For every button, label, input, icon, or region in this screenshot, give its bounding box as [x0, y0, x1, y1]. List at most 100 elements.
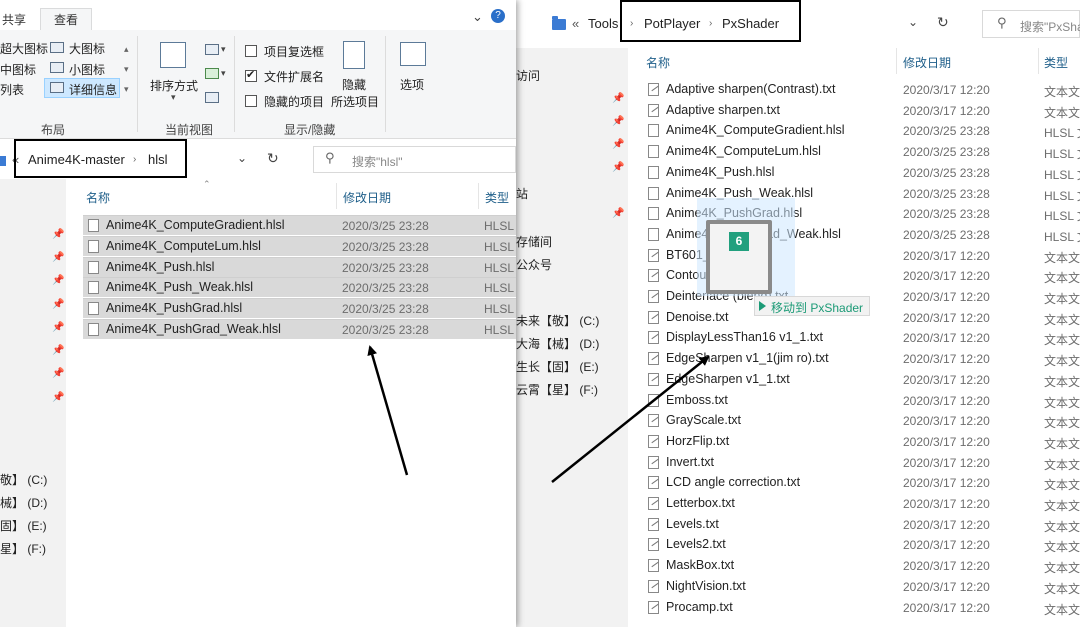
pin-icon[interactable]: 📌	[612, 162, 624, 173]
layout-extra-large[interactable]: 超大图标	[0, 40, 48, 57]
hide-selected-button-line2[interactable]: 所选项目	[331, 93, 379, 110]
table-row[interactable]: NightVision.txt 2020/3/17 12:20 文本文	[628, 577, 1080, 597]
table-row[interactable]: Emboss.txt 2020/3/17 12:20 文本文	[628, 391, 1080, 411]
table-row[interactable]: Levels.txt 2020/3/17 12:20 文本文	[628, 515, 1080, 535]
column-header-type[interactable]: 类型	[485, 189, 509, 206]
table-row[interactable]: Procamp.txt 2020/3/17 12:20 文本文	[628, 598, 1080, 618]
pin-icon[interactable]: 📌	[612, 93, 624, 104]
pin-icon[interactable]: 📌	[612, 208, 624, 219]
table-row[interactable]: DisplayLessThan16 v1_1.txt 2020/3/17 12:2…	[628, 328, 1080, 348]
table-row-selected[interactable]: Anime4K_PushGrad_Weak.hlsl 2020/3/25 23:2…	[83, 319, 516, 339]
breadcrumb-item-tools[interactable]: Tools	[588, 16, 618, 31]
expand-gallery-icon[interactable]: ▾	[124, 84, 129, 95]
pin-icon[interactable]: 📌	[52, 368, 64, 379]
file-extensions-checkbox[interactable]	[245, 68, 257, 82]
table-row[interactable]: Anime4K_ComputeGradient.hlsl 2020/3/25 23…	[628, 121, 1080, 141]
table-row[interactable]: Anime4K_Push.hlsl 2020/3/25 23:28 HLSL 文	[628, 163, 1080, 183]
table-row[interactable]: Anime4K_ComputeLum.hlsl 2020/3/25 23:28 HL…	[628, 142, 1080, 162]
group-by-icon[interactable]	[205, 44, 219, 55]
pin-icon[interactable]: 📌	[52, 392, 64, 403]
table-row[interactable]: Anime4K_PushGrad_Weak.hlsl2020/3/25 23:2…	[628, 225, 1080, 245]
column-divider[interactable]	[896, 48, 897, 74]
table-row[interactable]: EdgeSharpen v1_1(jim ro).txt 2020/3/17 12…	[628, 349, 1080, 369]
table-row[interactable]: HorzFlip.txt 2020/3/17 12:20 文本文	[628, 432, 1080, 452]
pin-icon[interactable]: 📌	[612, 139, 624, 150]
options-button[interactable]: 选项	[400, 76, 424, 93]
layout-large[interactable]: 大图标	[69, 40, 105, 57]
table-row-selected[interactable]: Anime4K_ComputeLum.hlsl 2020/3/25 23:28 HL…	[83, 235, 516, 256]
column-divider[interactable]	[478, 183, 479, 209]
tab-view[interactable]: 查看	[40, 8, 93, 30]
column-divider[interactable]	[1038, 48, 1039, 74]
chevron-down-icon[interactable]: ⌄	[237, 151, 247, 165]
layout-small[interactable]: 小图标	[69, 61, 105, 78]
column-header-date[interactable]: 修改日期	[903, 54, 951, 71]
right-search-input[interactable]: ⚲ 搜索"PxShad	[982, 10, 1080, 38]
help-icon[interactable]: ?	[491, 9, 505, 23]
nav-item-drive-c[interactable]: 未来【敬】 (C:)	[516, 312, 599, 329]
table-row[interactable]: Levels2.txt 2020/3/17 12:20 文本文	[628, 535, 1080, 555]
nav-item-quick-access[interactable]: 访问	[516, 67, 540, 84]
right-address-bar[interactable]: « Tools › PotPlayer › PxShader ⌄ ↻ ⚲ 搜索"…	[516, 0, 1080, 48]
left-address-bar[interactable]: « Anime4K-master › hlsl ⌄ ↻ ⚲ 搜索"hlsl"	[0, 139, 516, 179]
refresh-icon[interactable]: ↻	[937, 14, 949, 31]
table-row[interactable]: Adaptive sharpen.txt 2020/3/17 12:20 文本文	[628, 101, 1080, 121]
nav-item-drive-f[interactable]: 星】 (F:)	[0, 540, 46, 557]
nav-item[interactable]: 存储间	[516, 233, 552, 250]
column-header-name[interactable]: 名称	[646, 54, 670, 71]
hidden-items-checkbox[interactable]	[245, 95, 257, 107]
pin-icon[interactable]: 📌	[52, 322, 64, 333]
nav-item-drive-c[interactable]: 敬】 (C:)	[0, 471, 47, 488]
table-row[interactable]: Adaptive sharpen(Contrast).txt 2020/3/17 …	[628, 80, 1080, 100]
chevron-down-icon[interactable]: ⌄	[908, 15, 918, 29]
scroll-down-icon[interactable]: ▾	[124, 64, 129, 75]
left-search-input[interactable]: ⚲ 搜索"hlsl"	[313, 146, 516, 173]
hide-selected-button[interactable]: 隐藏	[342, 76, 366, 93]
layout-list[interactable]: 列表	[0, 81, 24, 98]
size-columns-icon[interactable]	[205, 92, 219, 103]
layout-details[interactable]: 详细信息	[69, 81, 117, 98]
column-divider[interactable]	[336, 183, 337, 209]
table-row[interactable]: LCD angle correction.txt 2020/3/17 12:20 文…	[628, 473, 1080, 493]
add-columns-icon[interactable]	[205, 68, 219, 79]
breadcrumb-overflow[interactable]: «	[572, 16, 579, 31]
table-row[interactable]: GrayScale.txt 2020/3/17 12:20 文本文	[628, 411, 1080, 431]
column-header-name[interactable]: 名称	[86, 189, 110, 206]
table-row[interactable]: Anime4K_Push_Weak.hlsl 2020/3/25 23:28 HLS…	[628, 184, 1080, 204]
nav-item[interactable]: 公众号	[516, 256, 552, 273]
nav-item-drive-d[interactable]: 大海【械】 (D:)	[516, 335, 599, 352]
table-row[interactable]: BT601_BT709.txt2020/3/17 12:20文本文	[628, 246, 1080, 266]
chevron-down-icon[interactable]: ▾	[171, 92, 176, 103]
layout-medium[interactable]: 中图标	[0, 61, 36, 78]
column-header-type[interactable]: 类型	[1044, 54, 1068, 71]
pin-icon[interactable]: 📌	[52, 299, 64, 310]
nav-item-drive-e[interactable]: 生长【固】 (E:)	[516, 358, 599, 375]
pin-icon[interactable]: 📌	[612, 116, 624, 127]
scroll-up-icon[interactable]: ▴	[124, 44, 129, 55]
table-row-selected[interactable]: Anime4K_Push.hlsl 2020/3/25 23:28 HLSL	[83, 256, 516, 277]
chevron-down-icon[interactable]: ▾	[221, 68, 226, 79]
nav-item-drive-e[interactable]: 固】 (E:)	[0, 517, 47, 534]
tab-share[interactable]: 共享	[2, 11, 26, 28]
pin-icon[interactable]: 📌	[52, 345, 64, 356]
chevron-down-icon[interactable]: ⌄	[472, 9, 483, 25]
pin-icon[interactable]: 📌	[52, 252, 64, 263]
pin-icon[interactable]: 📌	[52, 229, 64, 240]
table-row[interactable]: EdgeSharpen v1_1.txt 2020/3/17 12:20 文本文	[628, 370, 1080, 390]
table-row[interactable]: Letterbox.txt 2020/3/17 12:20 文本文	[628, 494, 1080, 514]
refresh-icon[interactable]: ↻	[267, 150, 279, 167]
table-row[interactable]: MaskBox.txt 2020/3/17 12:20 文本文	[628, 556, 1080, 576]
table-row[interactable]: Contour.txt2020/3/17 12:20文本文	[628, 266, 1080, 286]
nav-item[interactable]: 站	[516, 185, 528, 202]
table-row-selected[interactable]: Anime4K_PushGrad.hlsl 2020/3/25 23:28 HLSL	[83, 298, 516, 319]
chevron-down-icon[interactable]: ▾	[221, 44, 226, 55]
table-row-selected[interactable]: Anime4K_ComputeGradient.hlsl 2020/3/25 23…	[83, 215, 516, 235]
nav-item-drive-f[interactable]: 云霄【星】 (F:)	[516, 381, 598, 398]
nav-item-drive-d[interactable]: 械】 (D:)	[0, 494, 47, 511]
table-row[interactable]: Anime4K_PushGrad.hlsl2020/3/25 23:28HLSL…	[628, 204, 1080, 224]
table-row-selected[interactable]: Anime4K_Push_Weak.hlsl 2020/3/25 23:28 HLS…	[83, 277, 516, 298]
item-checkboxes-checkbox[interactable]	[245, 45, 257, 57]
column-header-date[interactable]: 修改日期	[343, 189, 391, 206]
pin-icon[interactable]: 📌	[52, 275, 64, 286]
table-row[interactable]: Invert.txt 2020/3/17 12:20 文本文	[628, 453, 1080, 473]
